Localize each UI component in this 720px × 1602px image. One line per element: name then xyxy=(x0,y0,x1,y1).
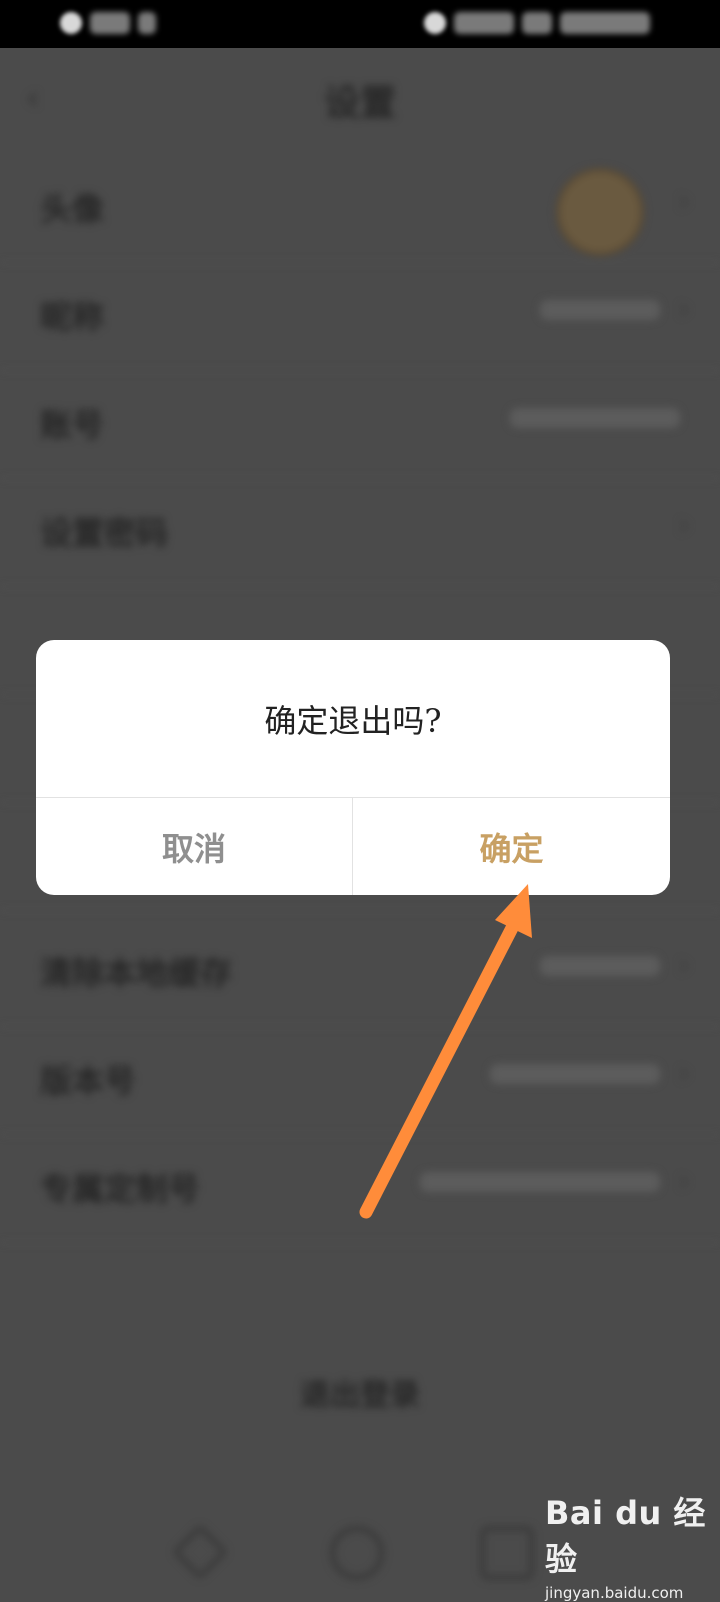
settings-row-nickname[interactable]: 昵称 › xyxy=(0,262,720,371)
chevron-right-icon: › xyxy=(678,292,690,327)
battery-icon xyxy=(560,12,650,34)
wifi-icon xyxy=(454,12,514,34)
signal-icon xyxy=(90,12,130,34)
chevron-right-icon: › xyxy=(678,508,690,543)
settings-row-account[interactable]: 账号 xyxy=(0,370,720,479)
row-label: 版本号 xyxy=(40,1062,137,1100)
row-label: 昵称 xyxy=(40,298,105,336)
row-label: 设置密码 xyxy=(40,514,169,552)
cancel-button[interactable]: 取消 xyxy=(36,798,352,895)
status-bar-right xyxy=(424,12,650,34)
notification-icon xyxy=(60,12,82,34)
back-nav-icon[interactable] xyxy=(171,1523,229,1581)
baidu-logo: Bai du 经验 xyxy=(545,1488,720,1580)
alarm-icon xyxy=(424,12,446,34)
row-label: 专属定制号 xyxy=(40,1170,201,1208)
status-bar-left xyxy=(60,12,156,34)
avatar xyxy=(556,168,644,256)
row-label: 账号 xyxy=(40,406,105,444)
dialog-title: 确定退出吗? xyxy=(264,702,442,740)
data-icon xyxy=(522,12,552,34)
status-bar xyxy=(0,0,720,48)
watermark-logo-text: Bai du 经验 xyxy=(545,1494,706,1578)
network-icon xyxy=(138,12,156,34)
chevron-right-icon: › xyxy=(678,1056,690,1091)
row-value xyxy=(540,300,660,320)
row-value xyxy=(490,1064,660,1084)
row-label: 头像 xyxy=(40,190,105,228)
chevron-right-icon: › xyxy=(678,1164,690,1199)
watermark-url: jingyan.baidu.com xyxy=(545,1584,684,1602)
row-label: 清除本地缓存 xyxy=(40,954,233,992)
baidu-watermark: Bai du 经验 jingyan.baidu.com xyxy=(545,1488,720,1602)
chevron-right-icon: › xyxy=(678,184,690,219)
recents-nav-icon[interactable] xyxy=(480,1526,534,1580)
row-value xyxy=(540,956,660,976)
logout-confirm-dialog: 确定退出吗? 取消 确定 xyxy=(36,640,670,895)
home-nav-icon[interactable] xyxy=(330,1526,384,1580)
settings-row-password[interactable]: 设置密码 › xyxy=(0,478,720,587)
settings-row-custom-id[interactable]: 专属定制号 › xyxy=(0,1134,720,1243)
page-title: 设置 xyxy=(323,83,396,124)
settings-row-avatar[interactable]: 头像 › xyxy=(0,154,720,263)
row-value xyxy=(420,1172,660,1192)
chevron-right-icon: › xyxy=(678,948,690,983)
confirm-button[interactable]: 确定 xyxy=(353,798,670,895)
logout-button[interactable]: 退出登录 xyxy=(0,1370,720,1414)
row-value xyxy=(510,408,680,428)
settings-row-version[interactable]: 版本号 › xyxy=(0,1026,720,1135)
settings-row-clear-cache[interactable]: 清除本地缓存 › xyxy=(0,918,720,1027)
